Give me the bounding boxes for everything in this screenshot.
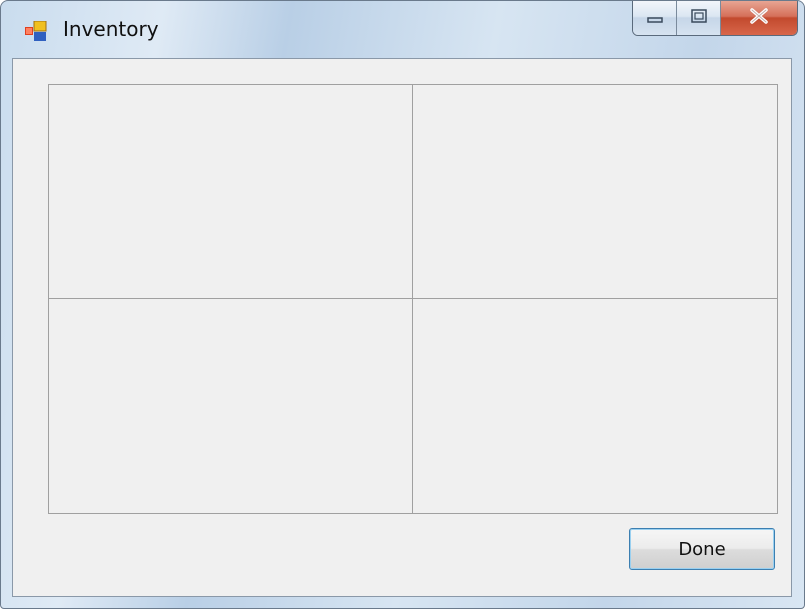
inventory-grid	[48, 84, 778, 514]
inventory-slot-bottom-left[interactable]	[49, 299, 413, 513]
inventory-slot-top-left[interactable]	[49, 85, 413, 299]
inventory-window: Inventory Done	[0, 0, 805, 609]
maximize-icon	[690, 8, 708, 28]
done-button[interactable]: Done	[629, 528, 775, 570]
app-icon[interactable]	[25, 20, 47, 41]
inventory-slot-top-right[interactable]	[413, 85, 777, 299]
maximize-button[interactable]	[677, 1, 721, 35]
close-icon	[748, 7, 770, 29]
minimize-button[interactable]	[633, 1, 677, 35]
client-area: Done	[12, 58, 792, 597]
window-title: Inventory	[63, 17, 159, 41]
title-bar[interactable]: Inventory	[1, 1, 804, 57]
minimize-icon	[646, 9, 664, 28]
caption-buttons	[632, 1, 798, 36]
window-bottom-border	[1, 596, 804, 608]
close-button[interactable]	[721, 1, 797, 35]
inventory-slot-bottom-right[interactable]	[413, 299, 777, 513]
